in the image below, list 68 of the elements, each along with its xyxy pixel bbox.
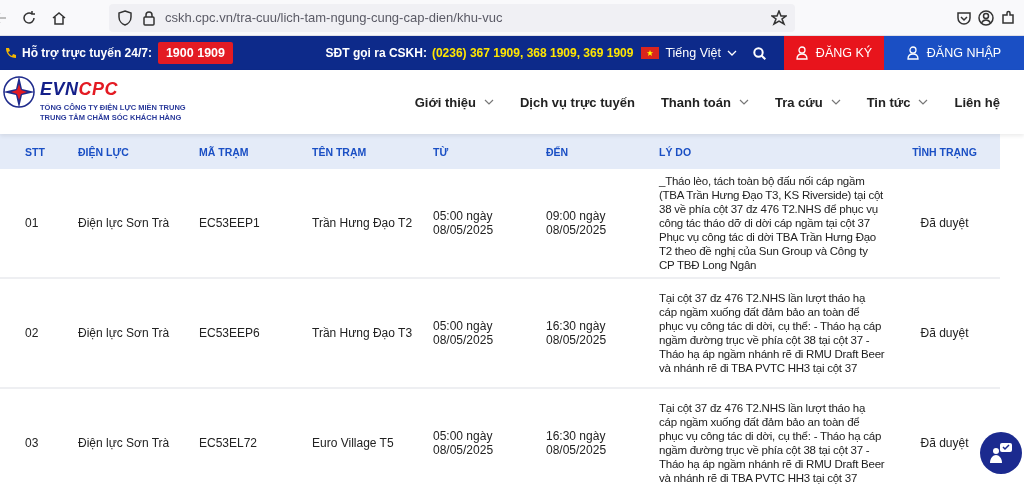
nav-item[interactable]: Thanh toán — [660, 94, 749, 110]
url-text: cskh.cpc.vn/tra-cuu/lich-tam-ngung-cung-cap-dien/khu-vuc — [165, 10, 504, 25]
row-number: 02 — [25, 326, 39, 340]
support-chat-icon — [989, 442, 1013, 464]
utility-name: Điện lực Sơn Trà — [78, 216, 170, 230]
support-label: Hỗ trợ trực tuyến 24/7: — [22, 46, 152, 60]
home-icon[interactable] — [51, 9, 67, 26]
end-time: 16:30 ngày 08/05/2025 — [546, 429, 608, 457]
lock-icon — [141, 9, 157, 26]
nav-item[interactable]: Tra cứu — [774, 94, 841, 110]
column-header: STT — [25, 145, 45, 158]
user-icon — [795, 46, 808, 60]
reason-text: _Tháo lèo, tách toàn bộ đấu nối cáp ngầm (TBA Trần Hưng Đạo T3, KS Riverside) tại cột 38 về phía cột 37 đz 476 T2.NHS để phục vụ công tác tháo dỡ di dời cáp ngầm tại cột 37 Phục vụ công tác di dời TBA Trần Hưng Đạo T2 theo đề nghị của Sun Group và Công ty CP TBĐ Long Ngân — [659, 174, 885, 272]
phone-icon — [4, 47, 16, 59]
shield-icon — [117, 9, 133, 26]
column-header: ĐẾN — [546, 145, 569, 158]
login-button[interactable]: ĐĂNG NHẬP — [884, 36, 1024, 70]
support-chat-button[interactable] — [980, 432, 1022, 474]
column-header: MÃ TRẠM — [199, 145, 249, 158]
row-number: 01 — [25, 216, 39, 230]
cskh-label: SĐT gọi ra CSKH: — [325, 46, 427, 60]
column-header: LÝ DO — [659, 145, 692, 158]
address-bar[interactable]: cskh.cpc.vn/tra-cuu/lich-tam-ngung-cung-cap-dien/khu-vuc — [109, 3, 795, 32]
chevron-down-icon — [830, 99, 841, 105]
column-header: TÌNH TRẠNG — [912, 145, 977, 158]
user-icon — [906, 46, 919, 60]
station-code: EC53EEP1 — [199, 216, 260, 230]
reason-text: Tại cột 37 đz 476 T2.NHS lần lượt tháo hạ cáp ngầm xuống đất đảm bảo an toàn để phục vụ công tác di dời, cụ thể: - Tháo hạ cáp ngầm đường trục về phía cột 38 tại cột 37 - Tháo hạ áp ngầm nhánh rẽ đi RMU Draft Beer và nhánh rẽ đi TBA PVTC HH3 tại cột 37 — [659, 401, 885, 485]
column-header: TỪ — [433, 145, 449, 158]
nav-item[interactable]: Dịch vụ trực tuyến — [520, 94, 635, 110]
status-text: Đã duyệt — [920, 436, 969, 450]
cskh-numbers: (0236) 367 1909, 368 1909, 369 1909 — [431, 46, 634, 60]
account-icon[interactable] — [978, 9, 994, 26]
start-time: 05:00 ngày 08/05/2025 — [433, 429, 495, 457]
flag-icon — [641, 47, 660, 59]
end-time: 16:30 ngày 08/05/2025 — [546, 319, 608, 347]
brand-logo: EVNCPC — [40, 79, 120, 99]
column-header: ĐIỆN LỰC — [78, 145, 129, 158]
utility-name: Điện lực Sơn Trà — [78, 326, 170, 340]
station-name: Euro Village T5 — [312, 436, 394, 450]
chevron-down-icon — [738, 99, 749, 105]
reload-icon[interactable] — [21, 9, 37, 26]
register-button[interactable]: ĐĂNG KÝ — [784, 36, 884, 70]
chevron-down-icon — [484, 99, 494, 105]
row-number: 03 — [25, 436, 39, 450]
chevron-down-icon — [918, 99, 929, 105]
status-text: Đã duyệt — [920, 326, 969, 340]
chevron-down-icon — [727, 50, 737, 56]
nav-item[interactable]: Liên hệ — [954, 94, 1000, 110]
nav-item[interactable]: Giới thiệu — [414, 94, 494, 110]
station-name: Trần Hưng Đạo T3 — [312, 326, 413, 340]
station-code: EC53EEP6 — [199, 326, 260, 340]
pocket-icon[interactable] — [956, 9, 972, 26]
column-header: TÊN TRẠM — [312, 145, 367, 158]
star-icon[interactable] — [771, 9, 787, 26]
utility-name: Điện lực Sơn Trà — [78, 436, 170, 450]
start-time: 05:00 ngày 08/05/2025 — [433, 319, 495, 347]
station-name: Trần Hưng Đạo T2 — [312, 216, 413, 230]
hotline-badge[interactable]: 1900 1909 — [157, 42, 233, 64]
extensions-icon[interactable] — [1000, 9, 1016, 26]
nav-item[interactable]: Tin tức — [866, 94, 929, 110]
reason-text: Tại cột 37 đz 476 T2.NHS lần lượt tháo hạ cáp ngầm xuống đất đảm bảo an toàn để phục vụ công tác di dời, cụ thể: - Tháo hạ cáp ngầm đường trục về phía cột 38 tại cột 37 - Tháo hạ áp ngầm nhánh rẽ đi RMU Draft Beer và nhánh rẽ đi TBA PVTC HH3 tại cột 37 — [659, 291, 885, 375]
language-selector[interactable]: Tiếng Việt — [641, 46, 737, 60]
search-icon[interactable] — [753, 46, 766, 60]
start-time: 05:00 ngày 08/05/2025 — [433, 209, 495, 237]
end-time: 09:00 ngày 08/05/2025 — [546, 209, 608, 237]
station-code: EC53EL72 — [199, 436, 258, 450]
status-text: Đã duyệt — [920, 216, 969, 230]
